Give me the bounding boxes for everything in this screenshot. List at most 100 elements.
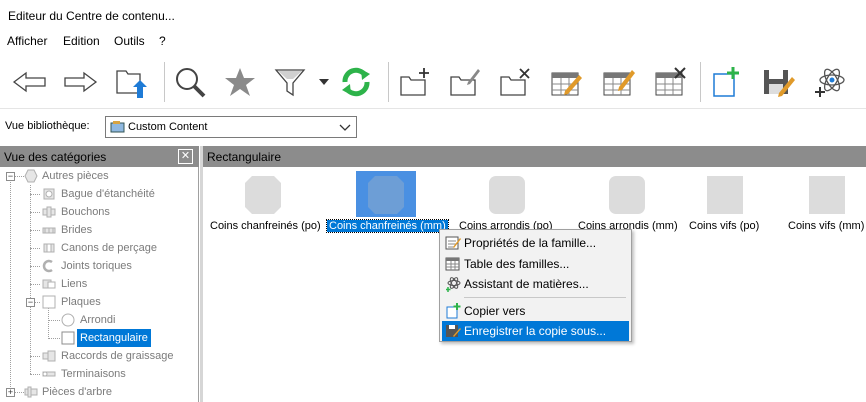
- menu-help[interactable]: ?: [159, 34, 166, 48]
- copy-to-icon: [446, 303, 461, 319]
- thumb-sharp-po[interactable]: [707, 176, 743, 214]
- menu-item-family-table[interactable]: Table des familles...: [442, 254, 629, 274]
- close-icon: ✕: [180, 150, 191, 162]
- context-menu: Propriétés de la famille... Table des fa…: [439, 229, 632, 342]
- plate-icon: [42, 295, 56, 309]
- search-button[interactable]: [168, 60, 212, 104]
- material-assistant-button[interactable]: [808, 60, 852, 104]
- thumb-sharp-mm[interactable]: [809, 176, 845, 214]
- tree-item-brides[interactable]: Brides: [61, 221, 92, 239]
- family-table-button[interactable]: [544, 60, 588, 104]
- menu-item-copy-to[interactable]: Copier vers: [442, 301, 629, 321]
- forward-button[interactable]: [58, 60, 102, 104]
- window-title: Editeur du Centre de contenu...: [8, 9, 175, 23]
- collapse-autres-pieces[interactable]: −: [6, 172, 15, 181]
- chevron-down-icon: [339, 124, 351, 131]
- back-button[interactable]: [8, 60, 52, 104]
- rectangle-icon: [61, 331, 75, 345]
- item-caption[interactable]: Coins vifs (mm): [788, 220, 864, 232]
- item-caption-selected[interactable]: Coins chanfreinés (mm): [326, 219, 449, 233]
- plug-icon: [42, 206, 56, 218]
- hexagon-icon: [24, 169, 38, 183]
- close-categories-button[interactable]: ✕: [178, 149, 193, 164]
- content-title: Rectangulaire: [207, 150, 282, 164]
- library-icon: [110, 121, 125, 133]
- tree-item-rectangulaire[interactable]: Rectangulaire: [77, 329, 151, 347]
- tree-item-plaques[interactable]: Plaques: [61, 293, 101, 311]
- menu-edition[interactable]: Edition: [63, 34, 100, 48]
- thumb-rounded-mm[interactable]: [609, 176, 645, 214]
- folder-up-button[interactable]: [108, 60, 152, 104]
- tree-item-liens[interactable]: Liens: [61, 275, 87, 293]
- folder-up-icon: [116, 70, 147, 98]
- delete-folder-button[interactable]: [492, 60, 536, 104]
- atom-add-icon: [815, 68, 845, 97]
- table-icon: [445, 257, 460, 271]
- menu-afficher[interactable]: Afficher: [7, 34, 47, 48]
- flange-icon: [42, 227, 56, 234]
- grease-fitting-icon: [42, 350, 56, 362]
- tree-item-autres-pieces[interactable]: Autres pièces: [42, 167, 109, 185]
- tree-item-pieces-arbre[interactable]: Pièces d'arbre: [42, 383, 112, 401]
- tree-item-bague[interactable]: Bague d'étanchéité: [61, 185, 155, 203]
- table-edit-icon: [551, 72, 582, 96]
- properties-icon: [445, 236, 461, 250]
- family-table-delete-button[interactable]: [648, 60, 692, 104]
- collapse-plaques[interactable]: −: [26, 298, 35, 307]
- table-delete-icon: [655, 67, 686, 96]
- thumb-chamfer-po[interactable]: [245, 176, 281, 214]
- menu-item-family-properties[interactable]: Propriétés de la famille...: [442, 233, 629, 253]
- seal-ring-icon: [43, 188, 55, 200]
- family-table-edit-button[interactable]: [596, 60, 640, 104]
- back-arrow-icon: [12, 71, 46, 93]
- tree-item-bouchons[interactable]: Bouchons: [61, 203, 110, 221]
- dropdown-icon: [319, 79, 329, 85]
- table-pencil-icon: [603, 70, 635, 96]
- menu-bar: Afficher Edition Outils ?: [0, 32, 866, 50]
- filter-button[interactable]: [268, 60, 312, 104]
- search-icon: [176, 68, 206, 98]
- tree-item-joints[interactable]: Joints toriques: [61, 257, 132, 275]
- circle-icon: [61, 313, 75, 327]
- toolbar: [0, 54, 866, 108]
- save-copy-button[interactable]: [756, 60, 800, 104]
- new-folder-button[interactable]: [392, 60, 436, 104]
- star-icon: [225, 68, 255, 96]
- tree-item-canons[interactable]: Canons de perçage: [61, 239, 157, 257]
- tree-item-raccords[interactable]: Raccords de graissage: [61, 347, 174, 365]
- forward-arrow-icon: [64, 71, 98, 93]
- shaft-icon: [24, 386, 38, 398]
- bushing-icon: [43, 243, 55, 253]
- item-caption[interactable]: Coins vifs (po): [689, 220, 759, 232]
- new-folder-icon: [400, 68, 429, 96]
- add-page-icon: [713, 67, 739, 97]
- menu-item-material-assistant[interactable]: Assistant de matières...: [442, 274, 629, 294]
- menu-item-save-copy-as[interactable]: Enregistrer la copie sous...: [442, 321, 629, 341]
- expand-pieces-arbre[interactable]: +: [6, 388, 15, 397]
- categories-pane: Vue des catégories ✕ − − + Autres pièces…: [0, 146, 199, 402]
- library-select[interactable]: Custom Content: [105, 116, 357, 138]
- library-label: Vue bibliothèque:: [5, 120, 90, 132]
- title-bar: Editeur du Centre de contenu...: [0, 0, 866, 32]
- link-icon: [42, 279, 56, 289]
- favorites-button[interactable]: [218, 60, 262, 104]
- content-header: Rectangulaire: [203, 146, 866, 167]
- edit-folder-button[interactable]: [442, 60, 486, 104]
- delete-folder-icon: [500, 68, 530, 96]
- add-page-button[interactable]: [704, 60, 748, 104]
- tree-item-arrondi[interactable]: Arrondi: [80, 311, 115, 329]
- item-caption[interactable]: Coins chanfreinés (po): [210, 220, 321, 232]
- filter-icon: [274, 69, 306, 97]
- terminal-icon: [42, 371, 56, 377]
- atom-icon: [446, 277, 461, 292]
- edit-folder-icon: [450, 69, 480, 96]
- filter-dropdown[interactable]: [312, 60, 336, 104]
- refresh-icon: [342, 67, 370, 97]
- save-icon: [446, 325, 461, 337]
- tree-item-terminaisons[interactable]: Terminaisons: [61, 365, 126, 383]
- thumb-rounded-po[interactable]: [489, 176, 525, 214]
- category-tree: − − + Autres pièces Bague d'étanchéité B…: [0, 167, 199, 402]
- refresh-button[interactable]: [334, 60, 378, 104]
- thumb-chamfer-mm[interactable]: [368, 176, 404, 214]
- menu-outils[interactable]: Outils: [114, 34, 145, 48]
